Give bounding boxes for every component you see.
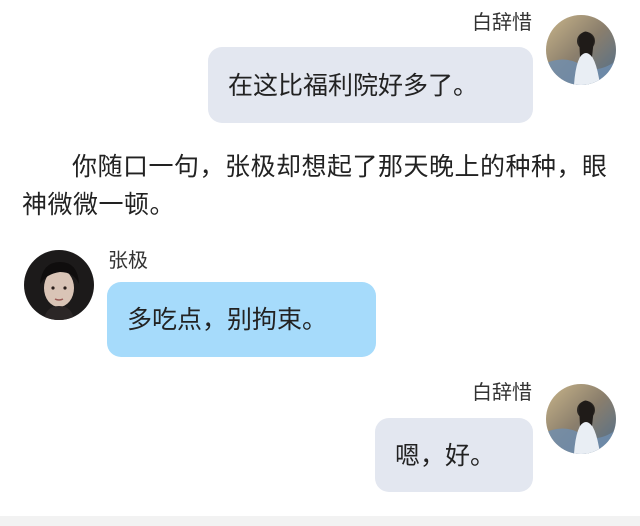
sender-name-zhangji: 张极 xyxy=(108,248,148,272)
message-bubble-1[interactable]: 在这比福利院好多了。 xyxy=(208,47,533,123)
narration-text: 你随口一句，张极却想起了那天晚上的种种，眼神微微一顿。 xyxy=(22,152,608,219)
message-text-3: 嗯，好。 xyxy=(395,440,496,470)
message-bubble-3[interactable]: 嗯，好。 xyxy=(375,418,533,492)
avatar-baicixi[interactable] xyxy=(546,15,616,85)
avatar-image xyxy=(546,384,616,454)
message-bubble-2[interactable]: 多吃点，别拘束。 xyxy=(107,282,376,357)
avatar-image xyxy=(546,15,616,85)
sender-name-baicixi: 白辞惜 xyxy=(472,10,532,34)
message-text-1: 在这比福利院好多了。 xyxy=(228,70,479,100)
avatar-baicixi[interactable] xyxy=(546,384,616,454)
sender-name-baicixi: 白辞惜 xyxy=(472,380,532,404)
avatar-zhangji[interactable] xyxy=(24,250,94,320)
message-text-2: 多吃点，别拘束。 xyxy=(127,305,328,334)
bottom-divider xyxy=(0,516,640,526)
avatar-image xyxy=(24,250,94,320)
